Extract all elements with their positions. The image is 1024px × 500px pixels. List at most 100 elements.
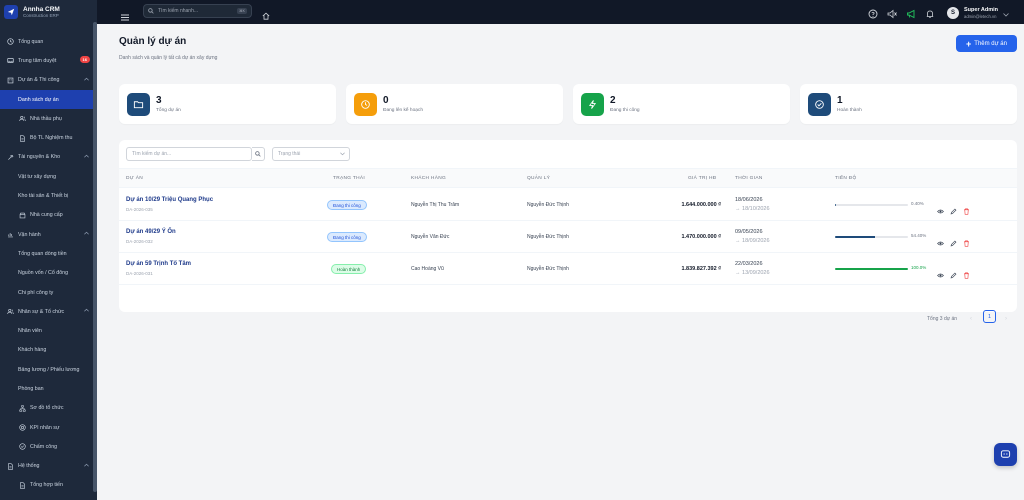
project-search-placeholder: Tìm kiếm dự án...: [132, 151, 172, 157]
folder-icon: [127, 92, 150, 116]
brand-title: Annha CRM: [23, 5, 60, 13]
plus-icon: +: [966, 38, 972, 49]
user-email: admin@letech.vn: [964, 14, 997, 19]
doc-icon: [18, 481, 26, 489]
users-icon: [18, 115, 26, 123]
sidebar-item-hr-kpi[interactable]: KPI nhân sự: [0, 418, 97, 437]
status-filter-select[interactable]: Trạng thái: [272, 147, 350, 161]
sidebar-item-subcontractors[interactable]: Nhà thầu phụ: [0, 109, 97, 128]
sidebar-item-system[interactable]: Hệ thống: [0, 457, 97, 476]
check-circle-icon: [808, 92, 831, 116]
sidebar-item-suppliers[interactable]: Nhà cung cấp: [0, 206, 97, 225]
assistant-fab-button[interactable]: [994, 443, 1017, 466]
sidebar-item-acceptance-docs[interactable]: Bộ TL Nghiệm thu: [0, 128, 97, 147]
table-row[interactable]: Dự án 10/29 Triệu Quang Phục DA-2026-035 Đ…: [119, 189, 1017, 221]
project-search-input[interactable]: Tìm kiếm dự án...: [126, 147, 252, 161]
sidebar-item-employees[interactable]: Nhân viên: [0, 321, 97, 340]
sidebar-item-projects-construction[interactable]: Dự án & Thi công: [0, 71, 97, 90]
view-icon[interactable]: [937, 202, 944, 220]
sidebar-item-approval-center[interactable]: Trung tâm duyệt 16: [0, 51, 97, 70]
project-name-link[interactable]: Dự án 59 Trịnh Tố Tâm: [126, 261, 191, 267]
main-content: Quản lý dự án Danh sách và quản lý tất c…: [97, 24, 1024, 500]
delete-icon[interactable]: [963, 266, 970, 284]
sidebar-item-label: Chi phí công ty: [18, 289, 54, 296]
home-icon[interactable]: [262, 7, 270, 25]
sidebar-item-assets-equipment[interactable]: Kho tài sản & Thiết bị: [0, 186, 97, 205]
project-search-button[interactable]: [252, 147, 265, 161]
chat-icon: [1000, 450, 1011, 458]
pagination-current-page[interactable]: 1: [983, 310, 996, 323]
sidebar-item-org-chart[interactable]: Sơ đồ tổ chức: [0, 399, 97, 418]
sidebar-item-label: Tài nguyên & Kho: [18, 154, 61, 161]
sidebar-item-label: Danh sách dự án: [18, 96, 59, 103]
contract-value: 1.470.000.000 ₫: [681, 234, 721, 240]
user-name: Super Admin: [964, 7, 999, 13]
row-actions: [937, 234, 970, 252]
sidebar-item-label: Nguồn vốn / Cổ đông: [18, 270, 69, 277]
status-filter-placeholder: Trạng thái: [278, 151, 301, 157]
project-name-link[interactable]: Dự án 10/29 Triệu Quang Phục: [126, 197, 213, 203]
edit-icon[interactable]: [950, 234, 957, 252]
sidebar-item-label: Vận hành: [18, 231, 41, 238]
sidebar-item-label: Phòng ban: [18, 385, 44, 392]
add-project-button[interactable]: + Thêm dự án: [956, 35, 1017, 52]
inbox-icon: [6, 57, 14, 65]
sidebar-item-capital-shareholders[interactable]: Nguồn vốn / Cổ đông: [0, 264, 97, 283]
search-icon: [148, 8, 154, 14]
project-name-link[interactable]: Dự án 49/29 Ý Ốn: [126, 229, 176, 235]
view-icon[interactable]: [937, 266, 944, 284]
brand-subtitle: Construction ERP: [23, 12, 59, 18]
sidebar-item-customers[interactable]: Khách hàng: [0, 341, 97, 360]
edit-icon[interactable]: [950, 202, 957, 220]
edit-icon[interactable]: [950, 266, 957, 284]
sidebar-item-label: Tổng quan: [18, 38, 44, 45]
sidebar-item-cashflow-overview[interactable]: Tổng quan dòng tiền: [0, 244, 97, 263]
delete-icon[interactable]: [963, 234, 970, 252]
org-icon: [18, 404, 26, 412]
page-title: Quản lý dự án: [119, 36, 187, 47]
sidebar-item-payroll[interactable]: Bảng lương / Phiếu lương: [0, 360, 97, 379]
clock-icon: [354, 92, 377, 116]
announcement-icon[interactable]: [906, 6, 916, 24]
sidebar-item-label: Hệ thống: [18, 463, 40, 470]
sidebar-item-departments[interactable]: Phòng ban: [0, 379, 97, 398]
sidebar-item-label: Bộ TL Nghiệm thu: [30, 135, 73, 142]
clock-icon: [6, 38, 14, 46]
customer-name: Nguyễn Văn Đức: [411, 234, 450, 240]
table-row[interactable]: Dự án 49/29 Ý Ốn DA-2026-032 Đang thi công…: [119, 221, 1017, 253]
delete-icon[interactable]: [963, 202, 970, 220]
progress-bar: [835, 236, 908, 238]
view-icon[interactable]: [937, 234, 944, 252]
stats-row: 3 Tổng dự án 0 Đang lên kế hoạch 2 Đang thi c…: [119, 84, 1024, 124]
chevron-up-icon: [84, 308, 89, 314]
global-search-input[interactable]: Tìm kiếm nhanh... ⌘K: [143, 4, 252, 18]
stat-card-in-progress: 2 Đang thi công: [573, 84, 790, 124]
help-icon[interactable]: [868, 6, 878, 24]
sidebar-item-operations[interactable]: Vận hành: [0, 225, 97, 244]
sidebar-item-construction-materials[interactable]: Vật tư xây dựng: [0, 167, 97, 186]
brand[interactable]: Annha CRM Construction ERP: [0, 0, 97, 24]
sidebar-item-overview[interactable]: Tổng quan: [0, 32, 97, 51]
sidebar-item-label: Sơ đồ tổ chức: [30, 405, 64, 412]
bell-icon[interactable]: [925, 6, 935, 24]
target-icon: [18, 424, 26, 432]
pagination-prev-icon[interactable]: ‹: [970, 316, 972, 322]
sidebar-item-resources-warehouse[interactable]: Tài nguyên & Kho: [0, 148, 97, 167]
search-placeholder: Tìm kiếm nhanh...: [158, 8, 199, 14]
sidebar-item-project-list[interactable]: Danh sách dự án: [0, 89, 93, 110]
user-menu[interactable]: S Super Admin admin@letech.vn: [947, 4, 1009, 22]
sidebar-item-hr-organization[interactable]: Nhân sự & Tổ chức: [0, 302, 97, 321]
project-code: DA-2026-031: [126, 271, 153, 276]
sidebar-item-label: Tổng hợp tiến: [30, 482, 63, 489]
sidebar: Annha CRM Construction ERP Tổng quan Trun…: [0, 0, 97, 500]
sound-icon[interactable]: [887, 6, 897, 24]
progress-percent: 100.0%: [911, 265, 927, 270]
sidebar-item-label: Khách hàng: [18, 347, 47, 354]
sidebar-item-attendance[interactable]: Chấm công: [0, 437, 97, 456]
sidebar-item-summary[interactable]: Tổng hợp tiến: [0, 476, 97, 495]
pagination-next-icon[interactable]: ›: [1005, 316, 1007, 322]
projects-card: Tìm kiếm dự án... Trạng thái DỰ ÁN TRẠNG…: [119, 140, 1017, 323]
sidebar-item-company-expenses[interactable]: Chi phí công ty: [0, 283, 97, 302]
table-row[interactable]: Dự án 59 Trịnh Tố Tâm DA-2026-031 Hoàn thà…: [119, 253, 1017, 285]
chevron-up-icon: [84, 231, 89, 237]
